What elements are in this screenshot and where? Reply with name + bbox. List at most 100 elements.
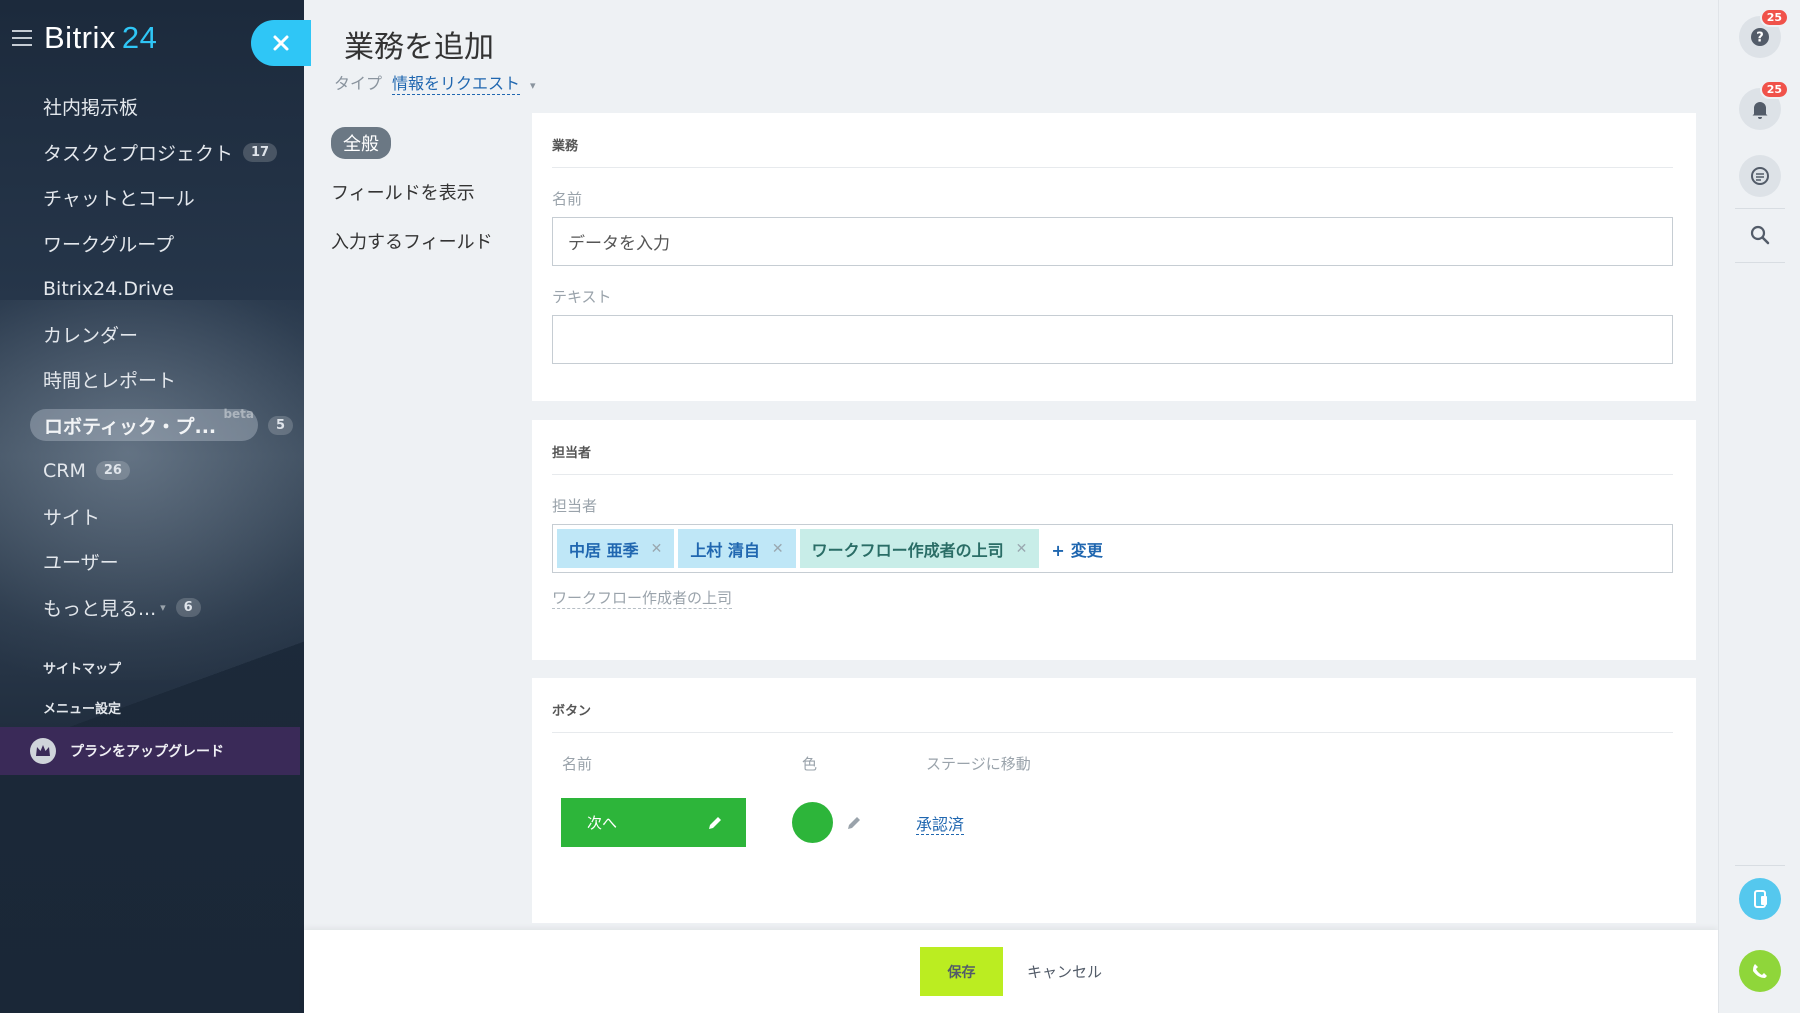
change-assignee-link[interactable]: + 変更 bbox=[1051, 537, 1102, 561]
tab-show-fields[interactable]: フィールドを表示 bbox=[321, 167, 501, 216]
sidebar-nav: 社内掲示板 タスクとプロジェクト 17 チャットとコール ワークグループ Bitr… bbox=[0, 84, 304, 630]
rail-divider bbox=[1735, 208, 1785, 209]
call-button[interactable] bbox=[1739, 950, 1781, 992]
logo-text: Bitrix bbox=[44, 20, 116, 55]
count-badge: 6 bbox=[175, 597, 201, 617]
chat-icon bbox=[1751, 167, 1769, 185]
button-label: 次へ bbox=[587, 814, 618, 832]
logo[interactable]: Bitrix 24 bbox=[44, 20, 157, 56]
next-button-preview[interactable]: 次へ bbox=[561, 798, 746, 847]
remove-icon[interactable]: ✕ bbox=[1016, 541, 1028, 557]
hamburger-menu-icon[interactable] bbox=[12, 30, 32, 46]
sidebar-item-label: チャットとコール bbox=[43, 188, 195, 211]
sidebar-item-feed[interactable]: 社内掲示板 bbox=[0, 84, 304, 130]
buttons-table-header: 名前 色 ステージに移動 bbox=[552, 753, 1673, 774]
background-mountain bbox=[0, 593, 304, 1013]
tab-label: 全般 bbox=[331, 126, 391, 159]
save-button[interactable]: 保存 bbox=[919, 947, 1003, 996]
search-button[interactable] bbox=[1739, 214, 1781, 256]
sidebar-item-calendar[interactable]: カレンダー bbox=[0, 312, 304, 358]
chip-label: 中居 亜季 bbox=[569, 540, 639, 560]
menu-settings-link[interactable]: メニュー設定 bbox=[43, 698, 121, 717]
count-badge: 17 bbox=[243, 142, 278, 162]
chevron-down-icon: ▾ bbox=[160, 600, 166, 614]
mobile-app-button[interactable] bbox=[1739, 878, 1781, 920]
column-stage: ステージに移動 bbox=[926, 755, 1031, 773]
plus-icon: + bbox=[1051, 540, 1065, 560]
sidebar-item-label: もっと見る... bbox=[43, 597, 157, 620]
tab-general[interactable]: 全般 bbox=[321, 118, 501, 167]
close-slider-button[interactable] bbox=[251, 20, 311, 66]
messages-button[interactable] bbox=[1739, 155, 1781, 197]
pencil-icon[interactable] bbox=[845, 814, 863, 832]
help-icon: ? bbox=[1751, 28, 1769, 46]
assignee-chip[interactable]: 中居 亜季 ✕ bbox=[557, 529, 675, 568]
rail-divider bbox=[1735, 262, 1785, 263]
card-header: 業務 bbox=[552, 113, 1673, 168]
sidebar-item-time-reports[interactable]: 時間とレポート bbox=[0, 357, 304, 403]
button-name-cell: 次へ bbox=[552, 798, 792, 847]
svg-text:?: ? bbox=[1756, 31, 1764, 46]
text-input[interactable] bbox=[552, 315, 1673, 364]
remove-icon[interactable]: ✕ bbox=[651, 541, 663, 557]
chip-label: ワークフロー作成者の上司 bbox=[811, 540, 1004, 560]
page-title: 業務を追加 bbox=[344, 30, 494, 65]
sidebar-item-users[interactable]: ユーザー bbox=[0, 539, 304, 585]
sidebar-item-more[interactable]: もっと見る... ▾ 6 bbox=[0, 585, 304, 631]
sidebar-item-workgroups[interactable]: ワークグループ bbox=[0, 221, 304, 267]
chevron-down-icon[interactable]: ▾ bbox=[530, 79, 536, 92]
settings-tabs: 全般 フィールドを表示 入力するフィールド bbox=[321, 118, 501, 265]
type-label: タイプ bbox=[334, 74, 383, 93]
type-dropdown[interactable]: 情報をリクエスト bbox=[392, 70, 521, 95]
sidebar-item-sites[interactable]: サイト bbox=[0, 494, 304, 540]
assignee-label: 担当者 bbox=[552, 497, 598, 515]
sidebar-item-chat[interactable]: チャットとコール bbox=[0, 175, 304, 221]
card-header: 担当者 bbox=[552, 420, 1673, 475]
cancel-button[interactable]: キャンセル bbox=[1027, 961, 1102, 982]
add-activity-panel: 業務を追加 タイプ 情報をリクエスト ▾ 全般 フィールドを表示 入力するフィー… bbox=[304, 0, 1718, 1013]
beta-label: beta bbox=[223, 407, 254, 422]
left-sidebar: Bitrix 24 社内掲示板 タスクとプロジェクト 17 チャットとコール ワーク… bbox=[0, 0, 304, 1013]
help-badge: 25 bbox=[1759, 8, 1789, 27]
sitemap-link[interactable]: サイトマップ bbox=[43, 658, 121, 677]
color-swatch[interactable] bbox=[792, 802, 833, 843]
task-card: 業務 名前 データを入力 テキスト bbox=[532, 113, 1696, 401]
chip-label: 上村 清自 bbox=[690, 540, 760, 560]
phone-icon bbox=[1753, 964, 1767, 978]
button-row: 次へ 承認済 bbox=[552, 798, 1673, 847]
logo-number: 24 bbox=[121, 20, 158, 55]
sidebar-item-crm[interactable]: CRM 26 bbox=[0, 448, 304, 494]
stage-link[interactable]: 承認済 bbox=[916, 814, 965, 835]
type-selector: タイプ 情報をリクエスト ▾ bbox=[334, 70, 536, 95]
notifications-badge: 25 bbox=[1759, 80, 1789, 99]
sidebar-item-label: タスクとプロジェクト bbox=[43, 142, 234, 165]
search-icon bbox=[1750, 225, 1770, 245]
tab-label: フィールドを表示 bbox=[331, 182, 475, 204]
sidebar-item-label: 時間とレポート bbox=[43, 370, 177, 393]
assignee-card: 担当者 担当者 中居 亜季 ✕ 上村 清自 ✕ ワークフロー作成者の上司 ✕ + 変更 … bbox=[532, 420, 1696, 660]
sidebar-item-rpa[interactable]: ロボティック・プ... beta 5 bbox=[0, 403, 304, 449]
right-rail: ? 25 25 bbox=[1718, 0, 1800, 1013]
upgrade-plan-button[interactable]: プランをアップグレード bbox=[0, 727, 300, 775]
assignee-selector[interactable]: 中居 亜季 ✕ 上村 清自 ✕ ワークフロー作成者の上司 ✕ + 変更 bbox=[552, 524, 1673, 573]
help-button[interactable]: ? 25 bbox=[1739, 8, 1789, 58]
remove-icon[interactable]: ✕ bbox=[772, 541, 784, 557]
column-color: 色 bbox=[802, 755, 818, 773]
count-badge: 26 bbox=[95, 461, 130, 481]
sidebar-item-drive[interactable]: Bitrix24.Drive bbox=[0, 266, 304, 312]
pencil-icon[interactable] bbox=[706, 814, 724, 832]
notifications-button[interactable]: 25 bbox=[1739, 80, 1789, 130]
sidebar-item-tasks[interactable]: タスクとプロジェクト 17 bbox=[0, 130, 304, 176]
sidebar-item-label: ユーザー bbox=[43, 552, 119, 575]
sidebar-item-label: CRM bbox=[43, 459, 86, 482]
column-name: 名前 bbox=[562, 755, 593, 773]
sidebar-item-label: Bitrix24.Drive bbox=[43, 277, 174, 300]
assignee-chip[interactable]: 上村 清自 ✕ bbox=[678, 529, 796, 568]
active-item-pill: ロボティック・プ... beta bbox=[30, 407, 258, 442]
tab-input-fields[interactable]: 入力するフィールド bbox=[321, 216, 501, 265]
assignee-chip[interactable]: ワークフロー作成者の上司 ✕ bbox=[799, 529, 1040, 568]
button-color-cell bbox=[792, 802, 916, 843]
creator-supervisor-link[interactable]: ワークフロー作成者の上司 bbox=[552, 587, 733, 609]
change-label: 変更 bbox=[1070, 540, 1103, 560]
name-input[interactable]: データを入力 bbox=[552, 217, 1673, 266]
